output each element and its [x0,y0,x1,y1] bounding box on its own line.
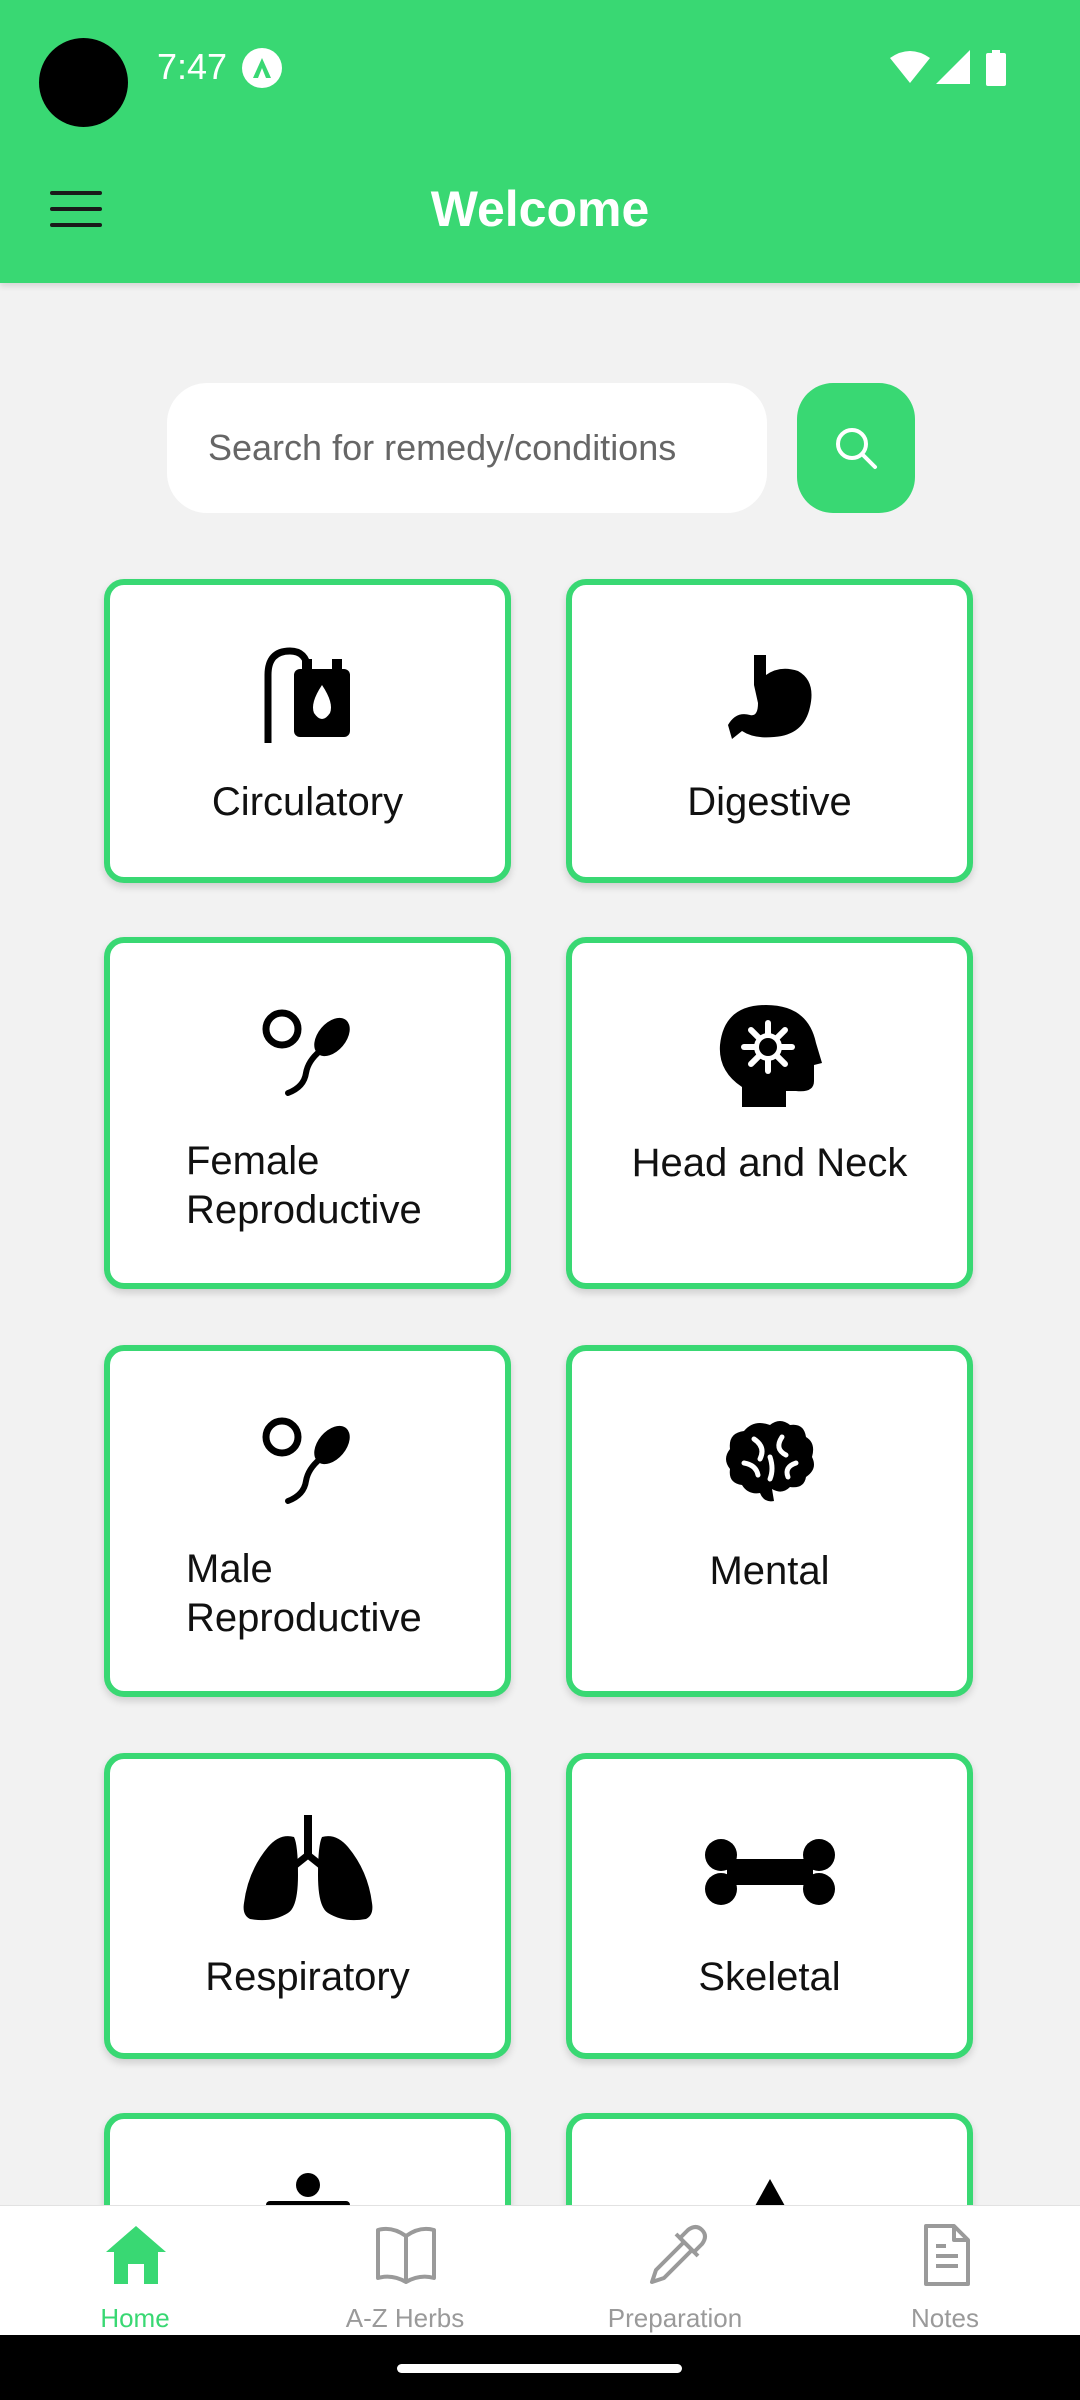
tab-label: A-Z Herbs [345,2303,465,2333]
category-card-partial[interactable] [566,2113,973,2205]
category-card-mental[interactable]: Mental [566,1345,973,1697]
category-card-skeletal[interactable]: Skeletal [566,1753,973,2059]
bone-icon [704,1839,835,1905]
dropper-icon [650,2225,707,2284]
category-card-circulatory[interactable]: Circulatory [104,579,511,883]
head-virus-icon [719,1005,822,1107]
tab-label: Home [100,2303,170,2333]
home-icon [106,2226,166,2284]
triangle-icon [755,2179,784,2205]
brain-icon [725,1421,814,1502]
category-label: Digestive [687,780,852,824]
tab-a-z-herbs[interactable]: A-Z Herbs [270,2206,540,2336]
sperm-egg-icon [262,1009,350,1096]
lungs-icon [243,1815,372,1921]
heart-battery-icon [264,647,350,743]
document-icon [924,2224,970,2286]
category-label: Respiratory [205,1955,410,1999]
tab-label: Notes [911,2303,979,2333]
category-label: Skeletal [698,1955,841,1999]
category-card-head-and-neck[interactable]: Head and Neck [566,937,973,1289]
category-label: Head and Neck [631,1141,908,1185]
book-icon [376,2226,436,2284]
category-label-line1: Female [186,1139,320,1183]
tab-notes[interactable]: Notes [810,2206,1080,2336]
category-card-respiratory[interactable]: Respiratory [104,1753,511,2059]
category-card-male-reproductive[interactable]: Male Reproductive [104,1345,511,1697]
stomach-icon [727,655,811,739]
category-label-line1: Male [186,1547,273,1591]
bottom-navigation: Home A-Z Herbs Preparation Notes [0,2205,1080,2335]
category-label: Circulatory [211,780,404,824]
category-card-digestive[interactable]: Digestive [566,579,973,883]
category-label-line2: Reproductive [186,1188,422,1232]
category-label: Mental [709,1549,830,1593]
category-card-partial[interactable] [104,2113,511,2205]
sperm-egg-icon [262,1417,350,1504]
category-label-line2: Reproductive [186,1596,422,1640]
tab-preparation[interactable]: Preparation [540,2206,810,2336]
category-card-female-reproductive[interactable]: Female Reproductive [104,937,511,1289]
tab-home[interactable]: Home [0,2206,270,2336]
person-icon [265,2173,350,2205]
tab-label: Preparation [607,2303,743,2333]
home-gesture-indicator[interactable] [397,2364,682,2373]
category-grid: Circulatory Digestive Female Reproductiv… [0,0,1080,2205]
